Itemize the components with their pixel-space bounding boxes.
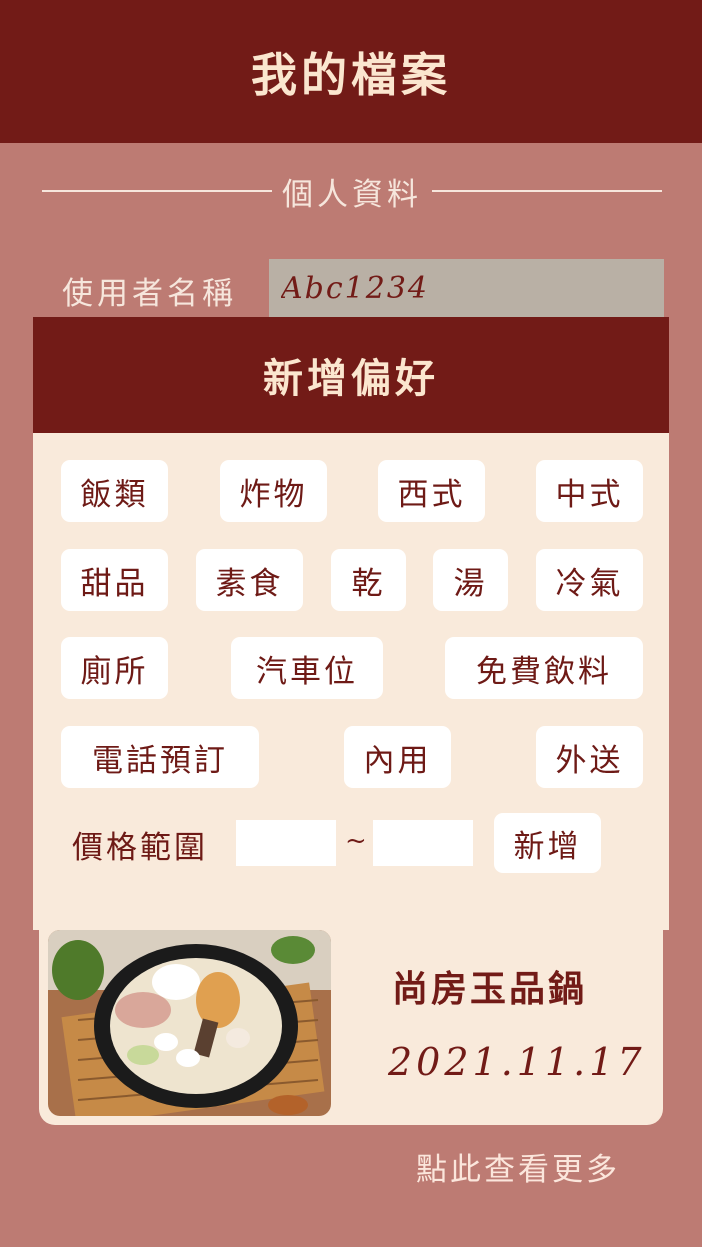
tag-free-drinks[interactable]: 免費飲料: [445, 637, 643, 699]
profile-section-heading: 個人資料: [42, 168, 662, 214]
tag-vegetarian[interactable]: 素食: [196, 549, 303, 611]
view-more-link[interactable]: 點此查看更多: [416, 1144, 620, 1189]
restaurant-name[interactable]: 尚房玉品鍋: [392, 960, 587, 1012]
add-preference-button[interactable]: 新增: [494, 813, 601, 873]
app-header: 我的檔案: [0, 0, 702, 143]
price-range-label: 價格範圍: [72, 830, 208, 866]
tag-dry[interactable]: 乾: [331, 549, 406, 611]
tag-dine-in[interactable]: 內用: [344, 726, 451, 788]
tag-parking[interactable]: 汽車位: [231, 637, 383, 699]
tag-soup[interactable]: 湯: [433, 549, 508, 611]
tag-rice[interactable]: 飯類: [61, 460, 168, 522]
section-title: 個人資料: [282, 176, 422, 213]
tag-restroom[interactable]: 廁所: [61, 637, 168, 699]
tag-fried[interactable]: 炸物: [220, 460, 327, 522]
hotpot-image: [48, 930, 331, 1116]
price-max-input[interactable]: [373, 820, 473, 866]
username-field[interactable]: [269, 259, 664, 317]
username-label: 使用者名稱: [62, 276, 237, 312]
tag-delivery[interactable]: 外送: [536, 726, 643, 788]
divider-left: [42, 190, 272, 192]
price-separator: ~: [345, 826, 367, 856]
price-min-input[interactable]: [236, 820, 336, 866]
tag-dessert[interactable]: 甜品: [61, 549, 168, 611]
tag-chinese[interactable]: 中式: [536, 460, 643, 522]
tag-air-conditioning[interactable]: 冷氣: [536, 549, 643, 611]
restaurant-date: 2021.11.17: [388, 1040, 646, 1084]
preferences-modal-header: 新增偏好: [33, 317, 669, 433]
tag-western[interactable]: 西式: [378, 460, 485, 522]
divider-right: [432, 190, 662, 192]
restaurant-photo[interactable]: [48, 930, 331, 1116]
tag-phone-reservation[interactable]: 電話預訂: [61, 726, 259, 788]
preferences-title: 新增偏好: [263, 355, 439, 402]
page-title: 我的檔案: [251, 47, 451, 102]
